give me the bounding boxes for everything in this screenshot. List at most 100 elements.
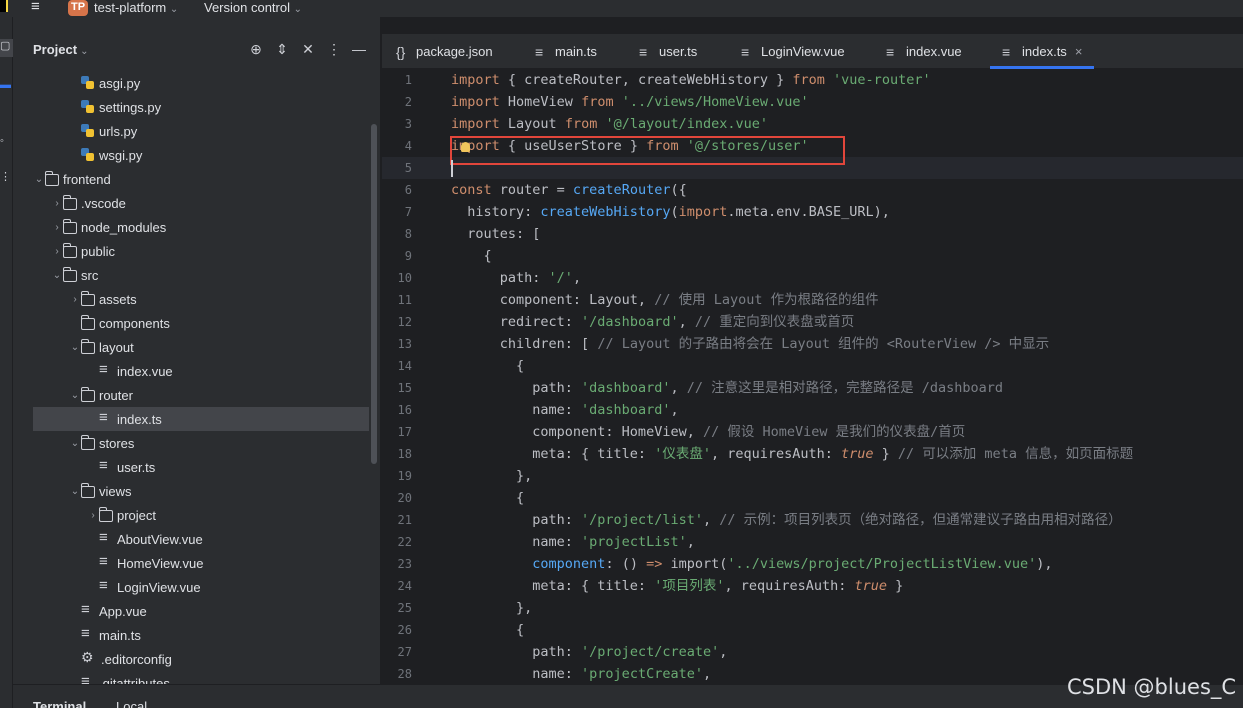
tab-index-vue[interactable]: ≡ index.vue [886, 34, 962, 69]
tab-user-ts[interactable]: ≡ user.ts [639, 34, 697, 69]
code-line[interactable]: history: createWebHistory(import.meta.en… [451, 201, 890, 223]
chevron-down-icon[interactable]: ⌄ [33, 174, 45, 185]
tree-item-components[interactable]: components [13, 311, 369, 335]
commit-tool-icon[interactable]: ◦ [0, 135, 13, 153]
chevron-down-icon[interactable]: ⌄ [51, 270, 63, 281]
project-tool-icon[interactable]: ▢ [0, 39, 13, 57]
code-line[interactable]: meta: { title: '项目列表', requiresAuth: tru… [451, 575, 903, 597]
project-view-selector[interactable]: Project ⌄ [33, 42, 88, 57]
tree-item-node-modules[interactable]: › node_modules [13, 215, 369, 239]
tree-item-asgi-py[interactable]: asgi.py [13, 71, 369, 95]
code-token: routes: [ [451, 226, 541, 242]
terminal-local-tab[interactable]: Local [116, 699, 147, 708]
tree-item-wsgi-py[interactable]: wsgi.py [13, 143, 369, 167]
tree-item-homeview-vue[interactable]: HomeView.vue [13, 551, 369, 575]
tree-item-label: views [99, 483, 132, 499]
chevron-down-icon[interactable]: ⌄ [69, 438, 81, 449]
tree-item-main-ts[interactable]: main.ts [13, 623, 369, 647]
code-line[interactable]: path: '/', [451, 267, 581, 289]
tree-item-aboutview-vue[interactable]: AboutView.vue [13, 527, 369, 551]
python-file-icon [81, 124, 95, 138]
chevron-right-icon[interactable]: › [51, 246, 63, 257]
tree-item-app-vue[interactable]: App.vue [13, 599, 369, 623]
code-line[interactable]: }, [451, 597, 532, 619]
code-line[interactable]: }, [451, 465, 532, 487]
tree-item-settings-py[interactable]: settings.py [13, 95, 369, 119]
intention-bulb-icon[interactable] [461, 142, 470, 152]
code-line[interactable]: import HomeView from '../views/HomeView.… [451, 91, 809, 113]
code-line[interactable]: path: 'dashboard', // 注意这里是相对路径，完整路径是 /d… [451, 377, 1003, 399]
code-token: '@/layout/index.vue' [605, 116, 769, 132]
tab-index-ts[interactable]: ≡ index.ts × [989, 34, 1095, 69]
tree-item-index-vue[interactable]: index.vue [13, 359, 369, 383]
chevron-right-icon[interactable]: › [69, 294, 81, 305]
close-icon[interactable]: ✕ [299, 40, 317, 58]
code-line[interactable]: { [451, 619, 524, 641]
code-line[interactable]: component: HomeView, // 假设 HomeView 是我们的… [451, 421, 965, 443]
structure-tool-icon[interactable]: ▬ [0, 79, 13, 97]
tab-main-ts[interactable]: ≡ main.ts [535, 34, 597, 69]
code-line[interactable]: component: () => import('../views/projec… [451, 553, 1052, 575]
code-line[interactable]: import { createRouter, createWebHistory … [451, 69, 931, 91]
tree-scrollbar[interactable] [371, 124, 377, 464]
code-line[interactable]: { [451, 355, 524, 377]
folder-icon [62, 266, 77, 282]
code-line[interactable]: { [451, 245, 492, 267]
code-token: 'dashboard' [581, 380, 671, 396]
more-icon[interactable]: ⋮ [325, 40, 343, 58]
expand-collapse-icon[interactable]: ⇕ [273, 40, 291, 58]
minimize-icon[interactable]: — [350, 40, 368, 58]
tree-item-urls-py[interactable]: urls.py [13, 119, 369, 143]
line-number: 21 [397, 513, 412, 527]
code-line[interactable]: routes: [ [451, 223, 540, 245]
code-line[interactable]: path: '/project/create', [451, 641, 727, 663]
code-token: name: [451, 666, 582, 682]
code-line[interactable]: redirect: '/dashboard', // 重定向到仪表盘或首页 [451, 311, 854, 333]
tree-item-src[interactable]: ⌄ src [13, 263, 369, 287]
project-badge[interactable]: TP [68, 0, 88, 16]
code-line[interactable]: children: [ // Layout 的子路由将会在 Layout 组件的… [451, 333, 1049, 355]
chevron-down-icon: ⌄ [169, 4, 179, 15]
tree-item-router[interactable]: ⌄ router [13, 383, 369, 407]
tab-loginview-vue[interactable]: ≡ LoginView.vue [741, 34, 845, 69]
main-menu-icon[interactable]: ≡ [31, 0, 47, 15]
code-line[interactable]: import Layout from '@/layout/index.vue' [451, 113, 768, 135]
chevron-down-icon[interactable]: ⌄ [69, 390, 81, 401]
project-switcher[interactable]: test-platform ⌄ [94, 0, 178, 15]
tree-item-loginview-vue[interactable]: LoginView.vue [13, 575, 369, 599]
chevron-down-icon[interactable]: ⌄ [69, 486, 81, 497]
tree-item-editorconfig[interactable]: .editorconfig [13, 647, 369, 671]
tab-package-json[interactable]: {} package.json [396, 34, 493, 69]
tree-item-vscode[interactable]: › .vscode [13, 191, 369, 215]
tree-item-frontend[interactable]: ⌄ frontend [13, 167, 369, 191]
terminal-tab[interactable]: Terminal [33, 699, 86, 708]
code-line[interactable]: component: Layout, // 使用 Layout 作为根路径的组件 [451, 289, 879, 311]
code-line[interactable]: name: 'projectList', [451, 531, 695, 553]
code-line[interactable]: meta: { title: '仪表盘', requiresAuth: true… [451, 443, 1133, 465]
chevron-right-icon[interactable]: › [87, 510, 99, 521]
tree-item-index-ts[interactable]: index.ts [33, 407, 369, 431]
tree-item-label: .vscode [81, 195, 126, 211]
more-tools-icon[interactable]: ⋮ [0, 170, 13, 188]
target-icon[interactable]: ⊕ [247, 40, 265, 58]
chevron-down-icon[interactable]: ⌄ [69, 342, 81, 353]
chevron-right-icon[interactable]: › [51, 198, 63, 209]
version-control-menu[interactable]: Version control ⌄ [204, 0, 302, 15]
tree-item-assets[interactable]: › assets [13, 287, 369, 311]
tree-item-layout[interactable]: ⌄ layout [13, 335, 369, 359]
tree-item-stores[interactable]: ⌄ stores [13, 431, 369, 455]
tree-item-public[interactable]: › public [13, 239, 369, 263]
code-line[interactable]: const router = createRouter({ [451, 179, 687, 201]
code-line[interactable]: name: 'dashboard', [451, 399, 678, 421]
tree-item-views[interactable]: ⌄ views [13, 479, 369, 503]
code-line[interactable]: name: 'projectCreate', [451, 663, 711, 685]
tree-item-project[interactable]: › project [13, 503, 369, 527]
line-number: 19 [397, 469, 412, 483]
code-line[interactable]: { [451, 487, 524, 509]
tree-item-gitattributes[interactable]: .gitattributes [13, 671, 369, 684]
code-line[interactable]: path: '/project/list', // 示例：项目列表页（绝对路径，… [451, 509, 1121, 531]
tree-item-user-ts[interactable]: user.ts [13, 455, 369, 479]
chevron-right-icon[interactable]: › [51, 222, 63, 233]
close-tab-icon[interactable]: × [1075, 44, 1083, 59]
